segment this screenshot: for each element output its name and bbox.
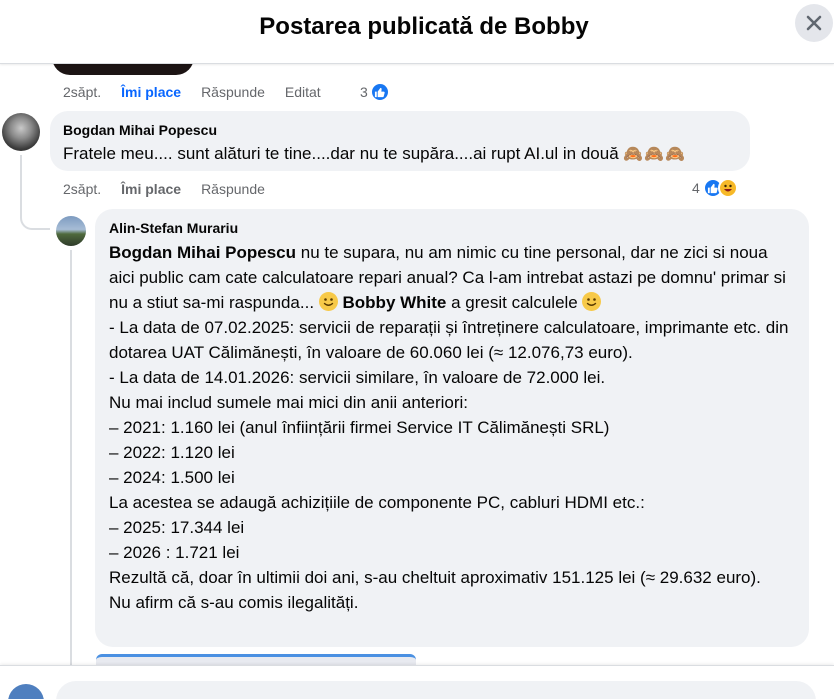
comment-line: – 2022: 1.120 lei [109,443,235,462]
comment-line: Rezultă că, doar în ultimii doi ani, s-a… [109,568,761,587]
comment-bubble: Alin-Stefan Murariu Bogdan Mihai Popescu… [95,209,809,647]
mention-link[interactable]: Bobby White [343,293,447,312]
comment-actions: 2săpt. Îmi place Răspunde [63,181,285,197]
comment-body-part: a gresit calculele [446,293,583,312]
reaction-count: 4 [692,180,700,196]
smile-emoji-icon [582,292,602,311]
like-button[interactable]: Îmi place [121,84,181,100]
thread-connector-lower [70,250,72,665]
comment-author[interactable]: Alin-Stefan Murariu [109,220,795,236]
comment-text: Fratele meu.... sunt alături te tine....… [63,141,686,167]
comment-timestamp[interactable]: 2săpt. [63,84,101,100]
reaction-count: 3 [360,84,368,100]
see-no-evil-monkey-icon: 🙈🙈🙈 [623,146,687,163]
haha-icon [717,178,738,198]
like-button[interactable]: Îmi place [121,181,181,197]
edited-label: Editat [284,84,321,100]
reply-button[interactable]: Răspunde [201,181,265,197]
reaction-summary[interactable]: 4 [692,178,738,198]
avatar[interactable] [2,113,40,151]
comment-line: Nu mai includ sumele mai mici din anii a… [109,393,469,412]
comment-line: – 2021: 1.160 lei (anul înființării firm… [109,418,610,437]
previous-comment-actions: 2săpt. Îmi place Răspunde Editat [63,84,341,100]
dialog-header: Postarea publicată de Bobby [0,0,834,64]
reaction-summary[interactable]: 3 [360,82,390,102]
avatar[interactable] [56,216,86,246]
mention-link[interactable]: Bogdan Mihai Popescu [109,243,296,262]
comment-body: Fratele meu.... sunt alături te tine....… [63,144,619,163]
comment-timestamp[interactable]: 2săpt. [63,181,101,197]
comment-line: – 2024: 1.500 lei [109,468,235,487]
comment-input[interactable] [56,681,816,699]
comment-line: Nu afirm că s-au comis ilegalități. [109,593,359,612]
smile-emoji-icon [318,292,338,311]
comment-line: - La data de 14.01.2026: servicii simila… [109,368,606,387]
comment-line: - La data de 07.02.2025: servicii de rep… [109,318,789,362]
reply-button[interactable]: Răspunde [201,84,265,100]
close-icon [806,15,822,31]
comment-line: – 2025: 17.344 lei [109,518,245,537]
dialog-title: Postarea publicată de Bobby [259,13,589,40]
comment-bubble: Bogdan Mihai Popescu Fratele meu.... sun… [50,111,750,171]
comment-text: Bogdan Mihai Popescu nu te supara, nu am… [109,240,795,615]
close-button[interactable] [795,4,833,42]
thread-connector [20,155,50,230]
comment-line: La acestea se adaugă achizițiile de comp… [109,493,645,512]
comment-author[interactable]: Bogdan Mihai Popescu [63,122,217,138]
like-icon [369,82,390,102]
comment-line: – 2026 : 1.721 lei [109,543,240,562]
